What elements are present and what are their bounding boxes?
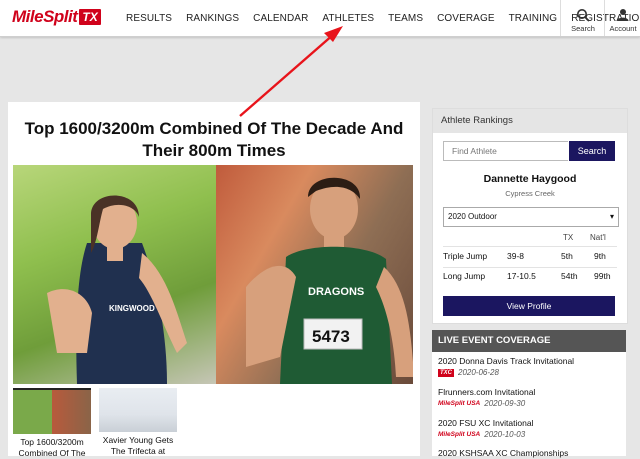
athlete-search-row: Find Athlete Search — [443, 141, 617, 161]
milesplit-logo[interactable]: Mile Split TX — [12, 6, 101, 28]
article-title-line-2: Their 800m Times — [142, 141, 286, 160]
featured-article: Top 1600/3200m Combined Of The Decade An… — [8, 102, 420, 459]
nav-results[interactable]: RESULTS — [126, 13, 172, 24]
top-navigation-bar: Mile Split TX RESULTS RANKINGS CALENDAR A… — [0, 0, 640, 37]
athlete-rankings-header: Athlete Rankings — [433, 109, 627, 133]
ranking-natl: 9th — [594, 251, 606, 261]
search-button[interactable]: Search — [560, 0, 605, 36]
nav-athletes[interactable]: ATHLETES — [322, 13, 374, 24]
athlete-search-button[interactable]: Search — [569, 141, 615, 161]
article-hero-image[interactable]: KINGWOOD DRAGONS 5473 — [13, 165, 413, 384]
runner-boy-figure: DRAGONS 5473 — [246, 177, 413, 384]
logo-word-mile: Mile — [12, 7, 44, 26]
event-badge: MileSplit USA — [438, 431, 481, 438]
athlete-rankings-widget: Athlete Rankings Find Athlete Search Dan… — [432, 108, 628, 324]
live-event-coverage: LIVE EVENT COVERAGE 2020 Donna Davis Tra… — [432, 330, 626, 459]
season-select[interactable]: 2020 Outdoor ▾ — [443, 207, 619, 227]
runner-girl-figure: KINGWOOD — [47, 195, 187, 384]
account-label: Account — [609, 24, 637, 33]
related-article-1[interactable]: Top 1600/3200m Combined Of The — [13, 388, 91, 459]
season-select-value: 2020 Outdoor — [448, 212, 497, 221]
article-title-line-1: Top 1600/3200m Combined Of The Decade An… — [24, 119, 404, 138]
chevron-down-icon: ▾ — [609, 212, 614, 221]
col-header-tx: TX — [563, 233, 574, 242]
account-button[interactable]: Account — [604, 0, 640, 36]
live-coverage-header: LIVE EVENT COVERAGE — [432, 330, 626, 352]
ranking-natl: 99th — [594, 271, 611, 281]
event-name: 2020 Donna Davis Track Invitational — [438, 356, 575, 366]
ranking-tx: 5th — [561, 251, 573, 261]
event-badge: MileSplit USA — [438, 400, 481, 407]
nav-teams[interactable]: TEAMS — [388, 13, 423, 24]
ranking-row: Long Jump 17-10.5 54th 99th — [443, 271, 617, 291]
search-label: Search — [571, 24, 595, 33]
live-event-item[interactable]: 2020 KSHSAA XC Championships — [438, 448, 624, 459]
jersey-right-text: DRAGONS — [308, 286, 364, 298]
related-article-1-image — [13, 388, 91, 434]
nav-rankings[interactable]: RANKINGS — [186, 13, 239, 24]
bib-number: 5473 — [312, 327, 350, 346]
article-title[interactable]: Top 1600/3200m Combined Of The Decade An… — [18, 118, 410, 162]
view-profile-button[interactable]: View Profile — [443, 296, 615, 316]
ranking-event: Long Jump — [443, 271, 486, 281]
ranking-row: Triple Jump 39-8 5th 9th — [443, 251, 617, 271]
ranking-mark: 39-8 — [507, 251, 525, 261]
divider — [443, 267, 617, 268]
search-icon — [577, 9, 590, 22]
event-name: Flrunners.com Invitational — [438, 387, 536, 397]
athlete-school: Cypress Creek — [505, 189, 555, 198]
live-event-item[interactable]: 2020 FSU XC Invitational MileSplit USA 2… — [438, 418, 624, 439]
event-badge: TXC — [438, 368, 454, 377]
event-date: 2020-09-30 — [484, 399, 526, 408]
event-name: 2020 FSU XC Invitational — [438, 418, 534, 428]
athlete-name[interactable]: Dannette Haygood — [433, 173, 627, 185]
related-article-2-caption: Xavier Young Gets The Trifecta at — [102, 435, 174, 456]
logo-word-split: Split — [43, 7, 78, 26]
event-name: 2020 KSHSAA XC Championships — [438, 448, 569, 458]
event-date: 2020-10-03 — [484, 430, 526, 439]
related-articles: Top 1600/3200m Combined Of The Xavier Yo… — [13, 388, 193, 459]
nav-calendar[interactable]: CALENDAR — [253, 13, 308, 24]
event-date: 2020-06-28 — [458, 368, 499, 377]
find-athlete-input[interactable]: Find Athlete — [443, 141, 568, 161]
related-article-2[interactable]: Xavier Young Gets The Trifecta at — [99, 388, 177, 457]
jersey-left-text: KINGWOOD — [109, 304, 155, 313]
live-event-item[interactable]: 2020 Donna Davis Track Invitational TXC … — [438, 356, 624, 377]
ranking-tx: 54th — [561, 271, 578, 281]
logo-state-badge: TX — [79, 9, 101, 25]
nav-coverage[interactable]: COVERAGE — [437, 13, 494, 24]
nav-training[interactable]: TRAINING — [509, 13, 558, 24]
divider — [443, 246, 617, 247]
col-header-natl: Nat'l — [590, 233, 606, 242]
ranking-mark: 17-10.5 — [507, 271, 536, 281]
live-event-item[interactable]: Flrunners.com Invitational MileSplit USA… — [438, 387, 624, 408]
user-icon — [617, 9, 629, 21]
ranking-event: Triple Jump — [443, 251, 488, 261]
related-article-2-image — [99, 388, 177, 432]
